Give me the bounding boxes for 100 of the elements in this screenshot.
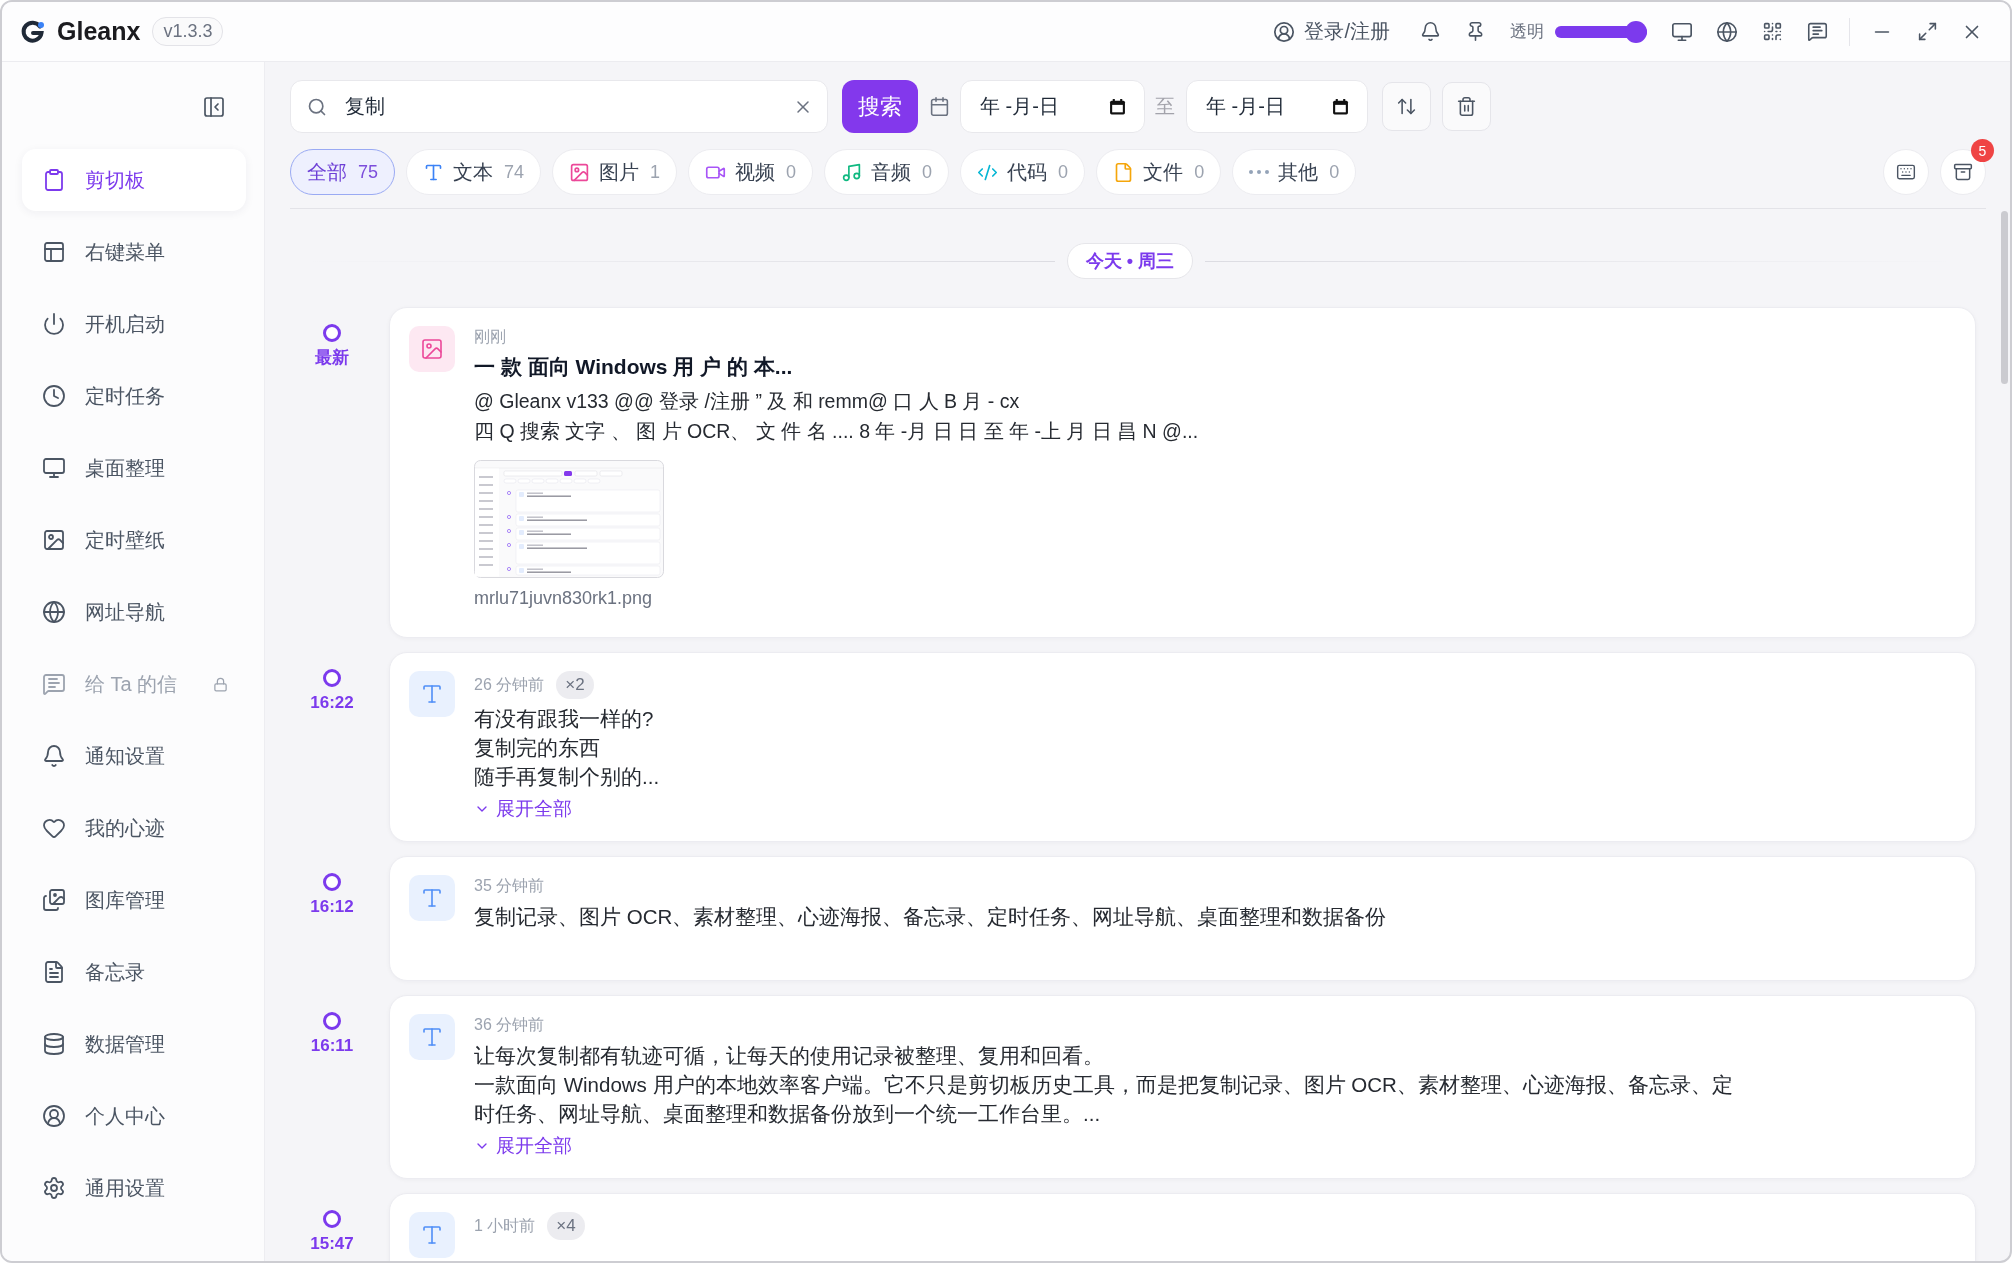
keyboard-button[interactable] bbox=[1883, 149, 1929, 195]
heart-icon bbox=[42, 816, 66, 840]
images-icon bbox=[42, 888, 66, 912]
database-icon bbox=[42, 1032, 66, 1056]
text-icon bbox=[409, 1014, 455, 1060]
repeat-count-badge: ×4 bbox=[547, 1212, 585, 1240]
date-field[interactable]: 年 -月-日 bbox=[1186, 80, 1368, 133]
clip-card[interactable]: 1 小时前 ×4 bbox=[389, 1193, 1976, 1261]
clock-icon bbox=[42, 384, 66, 408]
app-name: Gleanx bbox=[57, 17, 141, 46]
file-name-text: mrlu71juvn830rk1.png bbox=[474, 587, 653, 610]
expand-button[interactable]: 展开全部 bbox=[474, 795, 572, 823]
filter-chip[interactable]: 代码 0 bbox=[960, 149, 1086, 195]
clip-text: @ Gleanx v133 @@ 登录 /注册 ” 及 和 remm@ 口 人 B 月 - cx bbox=[474, 389, 1020, 414]
timeline-time-label: 16:22 bbox=[310, 693, 354, 713]
search-button[interactable]: 搜索 bbox=[842, 80, 918, 133]
sidebar-item[interactable]: 右键菜单 bbox=[22, 221, 246, 283]
delete-button[interactable] bbox=[1442, 82, 1491, 131]
calendar-icon bbox=[929, 96, 950, 117]
sort-button[interactable] bbox=[1382, 82, 1431, 131]
image-icon bbox=[409, 326, 455, 372]
slider-thumb[interactable] bbox=[1625, 20, 1647, 43]
filter-chip[interactable]: 全部 75 bbox=[290, 149, 396, 195]
monitor-icon bbox=[42, 456, 66, 480]
time-ago-text: 刚刚 bbox=[474, 327, 506, 347]
search-icon bbox=[307, 96, 327, 117]
sidebar-item[interactable]: 定时壁纸 bbox=[22, 509, 246, 571]
sidebar-item[interactable]: 网址导航 bbox=[22, 581, 246, 643]
message-icon[interactable] bbox=[1806, 21, 1828, 42]
timeline-time-label: 16:11 bbox=[310, 1036, 354, 1056]
date-divider: 今天 • 周三 bbox=[1066, 243, 1194, 279]
filter-chip[interactable]: 图片 1 bbox=[552, 149, 678, 195]
filter-chip[interactable]: 视频 0 bbox=[688, 149, 814, 195]
sidebar-item[interactable]: 备忘录 bbox=[22, 941, 246, 1003]
text-icon bbox=[409, 671, 455, 717]
range-separator: 至 bbox=[1155, 94, 1175, 119]
clipboard-icon bbox=[42, 168, 66, 192]
calendar-icon bbox=[1332, 98, 1349, 115]
filter-chip[interactable]: 文本 74 bbox=[406, 149, 542, 195]
sidebar-item[interactable]: 开机启动 bbox=[22, 293, 246, 355]
trash-icon bbox=[1456, 96, 1477, 117]
timeline-marker-icon bbox=[323, 669, 341, 687]
settings-icon bbox=[42, 1176, 66, 1200]
globe-icon[interactable] bbox=[1716, 20, 1738, 43]
time-ago-text: 35 分钟前 bbox=[474, 876, 545, 896]
message-icon bbox=[42, 672, 66, 696]
clip-text: 随手再复制个别的... bbox=[474, 764, 660, 790]
image-icon bbox=[42, 528, 66, 552]
notification-badge: 5 bbox=[1971, 139, 1994, 162]
document-icon bbox=[42, 960, 66, 984]
sidebar-item[interactable]: 我的心迹 bbox=[22, 797, 246, 859]
timeline-time-label: 最新 bbox=[315, 348, 349, 368]
scrollbar-thumb[interactable] bbox=[2000, 211, 2008, 384]
text-icon bbox=[409, 875, 455, 921]
login-button[interactable]: 登录/注册 bbox=[1273, 18, 1390, 45]
filter-chip[interactable]: 其他 0 bbox=[1232, 149, 1357, 195]
clip-card[interactable]: 36 分钟前 让每次复制都有轨迹可循，让每天的使用记录被整理、复用和回看。 一款面向 Windows 用户的本地效率客户端。它不只是剪切板历史工具，而是把复制记录、图片 OCR、素材整理、心迹海报、备忘录、定时任务、网址导航、桌面整理和数据备份放到一个统一工作台里。... 展开全部 bbox=[389, 995, 1976, 1179]
opacity-slider[interactable] bbox=[1555, 20, 1647, 43]
sidebar-item[interactable]: 通用设置 bbox=[22, 1157, 246, 1219]
monitor-icon[interactable] bbox=[1671, 20, 1693, 43]
expand-button[interactable]: 展开全部 bbox=[474, 1132, 572, 1160]
time-ago-text: 36 分钟前 bbox=[474, 1015, 545, 1035]
sidebar-item[interactable]: 通知设置 bbox=[22, 725, 246, 787]
filter-chip[interactable]: 文件 0 bbox=[1096, 149, 1222, 195]
bell-icon[interactable] bbox=[1419, 21, 1441, 42]
clip-card[interactable]: 26 分钟前 ×2 有没有跟我一样的? 复制完的东西 随手再复制个别的... 展开全部 bbox=[389, 652, 1976, 842]
sort-icon bbox=[1396, 96, 1417, 117]
qr-code-icon[interactable] bbox=[1761, 21, 1783, 42]
date-field[interactable]: 年 -月-日 bbox=[960, 80, 1145, 133]
timeline-time-label: 16:12 bbox=[310, 897, 354, 917]
version-tag: v1.3.3 bbox=[152, 17, 224, 46]
music-icon bbox=[841, 161, 863, 183]
clip-text: 复制完的东西 bbox=[474, 735, 600, 761]
calendar-icon bbox=[1109, 98, 1126, 115]
maximize-icon[interactable] bbox=[1916, 21, 1938, 42]
sidebar-item[interactable]: 桌面整理 bbox=[22, 437, 246, 499]
keyboard-icon bbox=[1896, 162, 1916, 182]
clip-card[interactable]: 35 分钟前 复制记录、图片 OCR、素材整理、心迹海报、备忘录、定时任务、网址导航、桌面整理和数据备份 bbox=[389, 856, 1976, 981]
user-icon bbox=[1273, 20, 1296, 43]
sidebar-item[interactable]: 个人中心 bbox=[22, 1085, 246, 1147]
layout-icon bbox=[42, 240, 66, 264]
sidebar-item[interactable]: 定时任务 bbox=[22, 365, 246, 427]
timeline-marker-icon bbox=[323, 1210, 341, 1228]
clip-card[interactable]: 刚刚 一 款 面向 Windows 用 户 的 本... @ Gleanx v133 @@ 登录 /注册 ” 及 和 remm@ 口 人 B 月 - cx 四 Q 搜索 文字 、 图 片 OCR、 文 件 名 .... 8 年 -月 日 日 至 年 -上 月 日 昌 N @... mrlu71juvn830rk1.png bbox=[389, 307, 1976, 638]
sidebar-item[interactable]: 图库管理 bbox=[22, 869, 246, 931]
timeline-marker-icon bbox=[323, 873, 341, 891]
collapse-sidebar-icon[interactable] bbox=[202, 95, 226, 119]
filter-chip[interactable]: 音频 0 bbox=[824, 149, 950, 195]
image-icon bbox=[569, 161, 591, 183]
lock-icon bbox=[213, 676, 228, 692]
sidebar-item[interactable]: 数据管理 bbox=[22, 1013, 246, 1075]
repeat-count-badge: ×2 bbox=[556, 671, 594, 699]
clip-text: 有没有跟我一样的? bbox=[474, 706, 654, 732]
sidebar-item[interactable]: 剪切板 bbox=[22, 149, 246, 211]
search-field[interactable]: 复制 bbox=[290, 80, 828, 133]
clip-text: 复制记录、图片 OCR、素材整理、心迹海报、备忘录、定时任务、网址导航、桌面整理和数据备份 bbox=[474, 904, 1387, 930]
globe-icon bbox=[42, 600, 66, 624]
timeline-marker-icon bbox=[323, 1012, 341, 1030]
archive-icon bbox=[1953, 162, 1973, 182]
opacity-label: 透明 bbox=[1510, 21, 1544, 43]
